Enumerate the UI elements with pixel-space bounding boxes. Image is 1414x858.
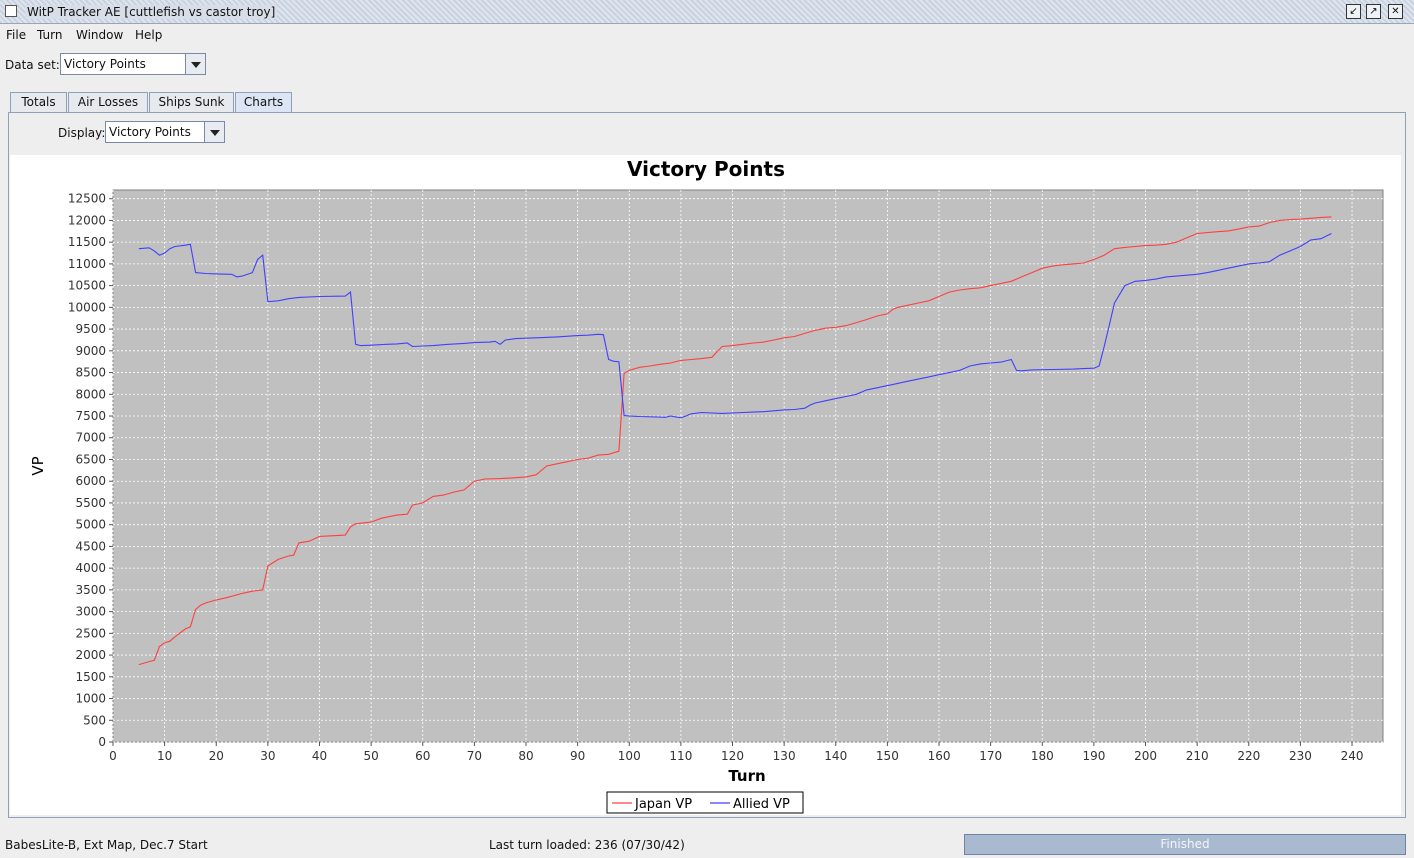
vp-chart: Victory Points 0 10 20 30 40 50 60 70 80 90 100 110… <box>29 157 1384 814</box>
tab-charts[interactable]: Charts <box>235 92 292 113</box>
chevron-down-icon[interactable] <box>185 54 205 74</box>
close-icon[interactable]: ✕ <box>1388 4 1403 19</box>
dataset-select[interactable]: Victory Points <box>60 53 206 75</box>
x-axis-label: Turn <box>728 767 765 785</box>
y-tick-label: 9500 <box>75 322 106 336</box>
x-tick-label: 190 <box>1082 749 1105 763</box>
y-tick-label: 8000 <box>75 387 106 401</box>
y-tick-label: 10500 <box>68 279 106 293</box>
x-tick-label: 160 <box>928 749 951 763</box>
plot-area <box>112 189 1384 743</box>
menu-help[interactable]: Help <box>135 28 162 42</box>
x-tick-label: 100 <box>618 749 641 763</box>
y-tick-label: 7500 <box>75 409 106 423</box>
x-tick-label: 60 <box>415 749 430 763</box>
y-tick-label: 12500 <box>68 192 106 206</box>
app-icon <box>5 5 17 17</box>
scenario-status: BabesLite-B, Ext Map, Dec.7 Start <box>5 838 208 852</box>
y-tick-label: 2500 <box>75 626 106 640</box>
chart-title: Victory Points <box>627 157 785 181</box>
x-tick-label: 170 <box>979 749 1002 763</box>
x-tick-label: 40 <box>312 749 327 763</box>
x-tick-label: 80 <box>518 749 533 763</box>
menu-file[interactable]: File <box>6 28 26 42</box>
x-tick-label: 200 <box>1134 749 1157 763</box>
x-tick-label: 230 <box>1289 749 1312 763</box>
tab-totals[interactable]: Totals <box>10 92 67 112</box>
y-axis-label: VP <box>29 456 47 475</box>
display-select[interactable]: Victory Points <box>105 121 225 143</box>
y-tick-label: 5500 <box>75 496 106 510</box>
chart-area: Victory Points 0 10 20 30 40 50 60 70 80 90 100 110… <box>10 155 1401 815</box>
y-tick-label: 6500 <box>75 452 106 466</box>
progress-label: Finished <box>1160 837 1210 851</box>
x-tick-label: 0 <box>109 749 117 763</box>
tab-ships-sunk[interactable]: Ships Sunk <box>149 92 234 112</box>
y-tick-label: 10000 <box>68 300 106 314</box>
y-tick-label: 0 <box>98 735 106 749</box>
y-tick-label: 2000 <box>75 648 106 662</box>
y-tick-label: 11000 <box>68 257 106 271</box>
restore-icon[interactable]: ↙ <box>1346 4 1361 19</box>
dataset-value: Victory Points <box>64 57 146 71</box>
y-tick-label: 3500 <box>75 583 106 597</box>
y-tick-label: 7000 <box>75 431 106 445</box>
y-tick-label: 11500 <box>68 235 106 249</box>
last-turn-status: Last turn loaded: 236 (07/30/42) <box>489 838 685 852</box>
y-tick-label: 1500 <box>75 670 106 684</box>
dataset-label: Data set: <box>5 58 60 72</box>
y-tick-label: 8500 <box>75 366 106 380</box>
x-tick-label: 90 <box>570 749 585 763</box>
x-tick-label: 70 <box>467 749 482 763</box>
y-tick-label: 1000 <box>75 692 106 706</box>
tab-air-losses[interactable]: Air Losses <box>68 92 148 112</box>
display-value: Victory Points <box>109 125 191 139</box>
x-tick-label: 30 <box>260 749 275 763</box>
legend-japan: Japan VP <box>634 797 692 812</box>
y-tick-label: 500 <box>83 713 106 727</box>
y-tick-label: 4500 <box>75 539 106 553</box>
x-tick-label: 50 <box>363 749 378 763</box>
menu-bar: File Turn Window Help <box>0 25 1414 45</box>
y-tick-label: 9000 <box>75 344 106 358</box>
x-tick-label: 120 <box>721 749 744 763</box>
y-tick-label: 5000 <box>75 518 106 532</box>
maximize-icon[interactable]: ↗ <box>1366 4 1381 19</box>
x-tick-label: 140 <box>824 749 847 763</box>
x-tick-label: 180 <box>1031 749 1054 763</box>
y-tick-label: 3000 <box>75 605 106 619</box>
y-tick-label: 12000 <box>68 213 106 227</box>
x-tick-label: 20 <box>209 749 224 763</box>
x-tick-label: 130 <box>773 749 796 763</box>
display-label: Display: <box>58 126 106 140</box>
menu-turn[interactable]: Turn <box>37 28 62 42</box>
x-tick-label: 210 <box>1186 749 1209 763</box>
x-tick-label: 240 <box>1341 749 1364 763</box>
window-title: WitP Tracker AE [cuttlefish vs castor tr… <box>25 5 278 19</box>
menu-window[interactable]: Window <box>76 28 123 42</box>
title-bar[interactable]: WitP Tracker AE [cuttlefish vs castor tr… <box>0 0 1414 24</box>
chevron-down-icon[interactable] <box>204 122 224 142</box>
x-tick-label: 150 <box>876 749 899 763</box>
progress-bar: Finished <box>964 834 1406 855</box>
y-tick-label: 4000 <box>75 561 106 575</box>
x-tick-label: 220 <box>1237 749 1260 763</box>
legend: Japan VP Allied VP <box>606 791 804 814</box>
legend-allied: Allied VP <box>733 797 790 812</box>
x-tick-label: 110 <box>669 749 692 763</box>
y-tick-label: 6000 <box>75 474 106 488</box>
x-tick-label: 10 <box>157 749 172 763</box>
